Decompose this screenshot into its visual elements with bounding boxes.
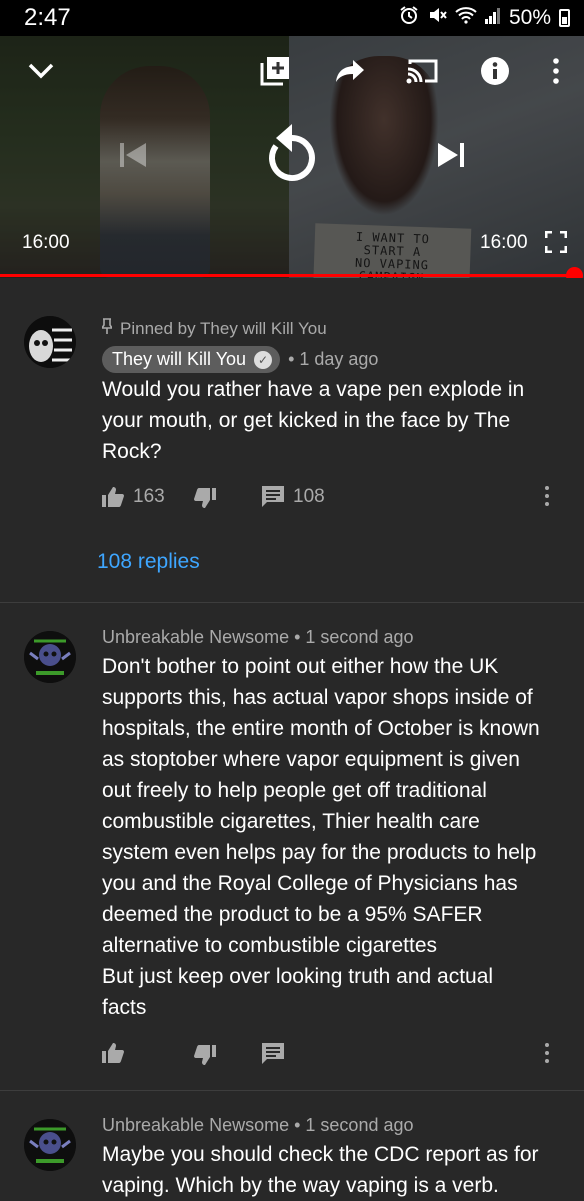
replay-icon[interactable] xyxy=(262,120,322,186)
next-icon[interactable] xyxy=(436,140,466,170)
comment-actions: 163 108 xyxy=(102,486,572,512)
status-time: 2:47 xyxy=(24,4,71,31)
previous-icon[interactable] xyxy=(118,140,148,170)
dislike-button[interactable] xyxy=(194,488,216,508)
comment-header: They will Kill You ✓ • 1 day ago xyxy=(102,346,378,373)
pinned-label: Pinned by They will Kill You xyxy=(100,318,327,339)
comment-text: Don't bother to point out either how the… xyxy=(102,655,540,1019)
author-name: They will Kill You xyxy=(112,349,247,369)
signal-icon xyxy=(484,6,501,29)
comment-meta: Unbreakable Newsome • 1 second ago xyxy=(102,1115,414,1135)
alarm-icon xyxy=(399,5,419,30)
wifi-icon xyxy=(455,6,477,29)
comment-more-icon[interactable] xyxy=(544,486,550,510)
mute-icon xyxy=(427,5,447,30)
reply-button[interactable] xyxy=(262,1043,284,1065)
reply-button[interactable]: 108 xyxy=(262,486,325,508)
progress-bar[interactable] xyxy=(0,274,576,277)
like-button[interactable] xyxy=(102,1043,124,1063)
status-bar: 2:47 50% xyxy=(0,0,584,36)
duration: 16:00 xyxy=(480,232,528,253)
dislike-button[interactable] xyxy=(194,1045,216,1065)
comment-text: Maybe you should check the CDC report as… xyxy=(102,1143,539,1197)
avatar[interactable] xyxy=(24,316,76,368)
current-time: 16:00 xyxy=(22,232,70,253)
more-icon[interactable] xyxy=(550,56,562,86)
battery-percent: 50% xyxy=(508,5,551,29)
author-chip[interactable]: They will Kill You ✓ xyxy=(102,346,281,373)
fullscreen-icon[interactable] xyxy=(544,230,568,254)
comment-text: Would you rather have a vape pen explode… xyxy=(102,378,525,463)
thumbs-up-icon xyxy=(102,487,124,507)
cast-icon[interactable] xyxy=(405,56,439,86)
comment-meta: Unbreakable Newsome • 1 second ago xyxy=(102,627,414,647)
comment-time: 1 second ago xyxy=(305,1115,414,1135)
progress-scrubber[interactable] xyxy=(566,267,583,278)
thumbs-up-icon xyxy=(102,1043,124,1063)
reply-icon xyxy=(262,486,284,507)
share-icon[interactable] xyxy=(334,56,366,86)
thumbs-down-icon xyxy=(194,488,216,508)
pin-icon xyxy=(100,318,114,339)
reply-count: 108 xyxy=(293,486,325,507)
reply-icon xyxy=(262,1043,284,1064)
verified-check-icon: ✓ xyxy=(254,350,273,369)
battery-icon xyxy=(559,8,570,27)
comment-actions xyxy=(102,1043,572,1069)
comment-time: 1 second ago xyxy=(305,627,414,647)
author-name[interactable]: Unbreakable Newsome xyxy=(102,627,289,647)
video-player[interactable]: I WANT TO START A NO VAPING CAMPAIGN 16:… xyxy=(0,36,584,278)
comment-more-icon[interactable] xyxy=(544,1043,550,1067)
comment: Unbreakable Newsome • 1 second ago Don't… xyxy=(0,603,584,1089)
author-name[interactable]: Unbreakable Newsome xyxy=(102,1115,289,1135)
collapse-icon[interactable] xyxy=(26,56,56,86)
pinned-comment: Pinned by They will Kill You They will K… xyxy=(0,278,584,604)
add-to-playlist-icon[interactable] xyxy=(258,54,292,88)
like-count: 163 xyxy=(133,486,165,507)
comment-time: • 1 day ago xyxy=(288,349,379,369)
like-button[interactable]: 163 xyxy=(102,486,165,508)
thumbs-down-icon xyxy=(194,1045,216,1065)
comment: Unbreakable Newsome • 1 second ago Maybe… xyxy=(0,1091,584,1200)
avatar[interactable] xyxy=(24,631,76,683)
view-replies-link[interactable]: 108 replies xyxy=(97,550,200,574)
avatar[interactable] xyxy=(24,1119,76,1171)
info-icon[interactable] xyxy=(480,56,510,86)
